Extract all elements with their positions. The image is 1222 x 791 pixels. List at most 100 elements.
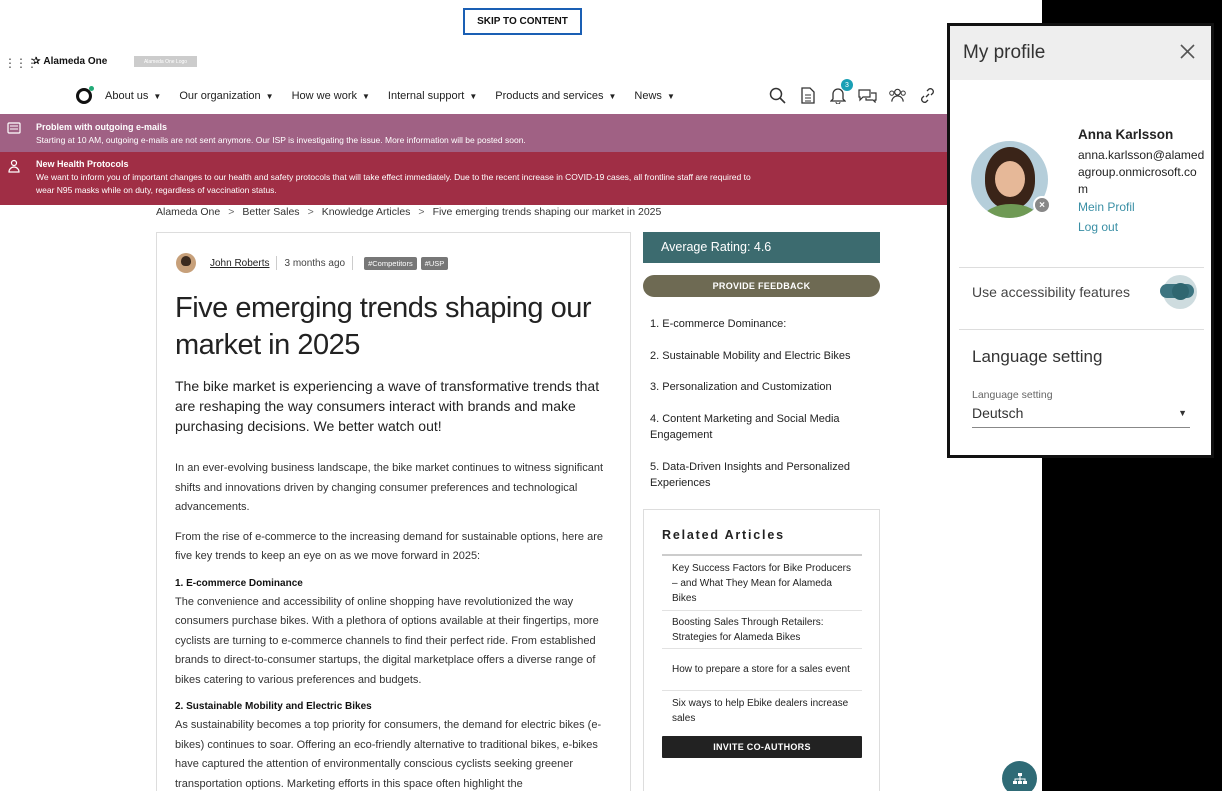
nav-item-products-and-services[interactable]: Products and services ▼	[495, 90, 616, 102]
dropdown-caret-icon: ▼	[1178, 408, 1187, 418]
nav-label: Our organization	[179, 90, 261, 102]
chevron-down-icon: ▼	[469, 91, 478, 101]
accessibility-label: Use accessibility features	[972, 284, 1130, 300]
article-card: John Roberts 3 months ago #Competitors #…	[156, 232, 631, 791]
related-list: Key Success Factors for Bike Producers –…	[662, 557, 862, 731]
panel-title: My profile	[963, 42, 1046, 63]
sitemap-button[interactable]	[1002, 761, 1037, 791]
language-value: Deutsch	[972, 405, 1024, 421]
log-out-link[interactable]: Log out	[1078, 220, 1118, 234]
breadcrumb-separator: >	[228, 206, 235, 218]
breadcrumb: Alameda One > Better Sales > Knowledge Art…	[156, 206, 661, 218]
related-item[interactable]: Key Success Factors for Bike Producers –…	[662, 557, 862, 611]
alert-health-protocols: New Health Protocols We want to inform y…	[0, 152, 1042, 205]
related-item[interactable]: Six ways to help Ebike dealers increase …	[662, 691, 862, 731]
logo-placeholder: Alameda One Logo	[134, 56, 197, 67]
article-title: Five emerging trends shaping our market …	[175, 292, 592, 361]
chevron-down-icon: ▼	[362, 91, 370, 101]
header-actions: 3	[768, 79, 937, 105]
related-item[interactable]: How to prepare a store for a sales event	[662, 649, 862, 691]
article-body: In an ever-evolving business landscape, …	[175, 459, 615, 791]
sitemap-icon	[1012, 772, 1027, 784]
main-nav: About us ▼ Our organization ▼ How we work ▼…	[76, 86, 693, 106]
newspaper-icon	[7, 122, 21, 134]
table-of-contents: 1. E-commerce Dominance: 2. Sustainable …	[650, 316, 875, 507]
alert-title: Problem with outgoing e-mails	[36, 122, 168, 132]
chat-icon[interactable]	[858, 86, 877, 105]
invite-co-authors-button[interactable]: INVITE CO-AUTHORS	[662, 736, 862, 758]
nav-label: Products and services	[495, 90, 604, 102]
chevron-down-icon: ▼	[608, 91, 617, 101]
author-avatar[interactable]	[176, 253, 196, 273]
provide-feedback-button[interactable]: PROVIDE FEEDBACK	[643, 275, 880, 297]
nav-item-news[interactable]: News ▼	[634, 90, 674, 102]
document-icon[interactable]	[798, 86, 817, 105]
toggle-knob[interactable]	[1172, 283, 1189, 300]
link-icon[interactable]	[918, 86, 937, 105]
nav-item-internal-support[interactable]: Internal support ▼	[388, 90, 477, 102]
breadcrumb-item[interactable]: Alameda One	[156, 206, 220, 218]
panel-header: My profile	[950, 26, 1211, 80]
chevron-down-icon: ▼	[666, 91, 675, 101]
skip-to-content-button[interactable]: SKIP TO CONTENT	[463, 8, 582, 35]
paragraph: As sustainability becomes a top priority…	[175, 719, 602, 790]
related-articles: Related Articles Key Success Factors for…	[643, 509, 880, 791]
related-item[interactable]: Boosting Sales Through Retailers: Strate…	[662, 611, 862, 649]
section-heading: 1. E-commerce Dominance	[175, 577, 303, 589]
nav-label: News	[634, 90, 662, 102]
related-title: Related Articles	[662, 528, 785, 542]
people-icon[interactable]	[888, 86, 907, 105]
nav-item-our-organization[interactable]: Our organization ▼	[179, 90, 273, 102]
paragraph: From the rise of e-commerce to the incre…	[175, 530, 603, 563]
nav-label: How we work	[291, 90, 357, 102]
article-meta: John Roberts 3 months ago #Competitors #…	[176, 253, 449, 273]
breadcrumb-separator: >	[307, 206, 314, 218]
divider	[662, 554, 862, 556]
paragraph: In an ever-evolving business landscape, …	[175, 462, 604, 513]
author-link[interactable]: John Roberts	[210, 258, 269, 269]
tag-competitors[interactable]: #Competitors	[364, 256, 417, 270]
average-rating: Average Rating: 4.6	[643, 232, 880, 263]
divider	[959, 329, 1204, 330]
article-lead: The bike market is experiencing a wave o…	[175, 378, 600, 434]
sharepoint-page: SKIP TO CONTENT ⋮⋮⋮ ✰ Alameda One Alamed…	[0, 0, 1042, 791]
breadcrumb-current: Five emerging trends shaping our market …	[432, 206, 662, 218]
toc-item[interactable]: 3. Personalization and Customization	[650, 379, 875, 396]
language-select[interactable]: Deutsch ▼	[972, 404, 1190, 428]
toc-item[interactable]: 2. Sustainable Mobility and Electric Bik…	[650, 348, 875, 365]
language-heading: Language setting	[972, 347, 1103, 366]
star-icon: ✰	[32, 56, 41, 67]
close-icon[interactable]	[1179, 43, 1196, 60]
toc-item[interactable]: 5. Data-Driven Insights and Personalized…	[650, 459, 875, 492]
post-time: 3 months ago	[284, 257, 346, 269]
breadcrumb-separator: >	[418, 206, 425, 218]
toc-item[interactable]: 1. E-commerce Dominance:	[650, 316, 875, 333]
chevron-down-icon: ▼	[153, 91, 162, 101]
divider	[352, 256, 354, 270]
toc-item[interactable]: 4. Content Marketing and Social Media En…	[650, 411, 875, 444]
divider	[276, 256, 278, 270]
nav-item-how-we-work[interactable]: How we work ▼	[292, 90, 370, 102]
nav-item-about-us[interactable]: About us ▼	[105, 90, 161, 102]
nav-label: Internal support	[387, 90, 465, 102]
search-icon[interactable]	[768, 86, 787, 105]
breadcrumb-item[interactable]: Knowledge Articles	[322, 206, 411, 218]
alert-text: Starting at 10 AM, outgoing e-mails are …	[36, 135, 526, 145]
alert-email-issue: Problem with outgoing e-mails Starting a…	[0, 114, 1042, 152]
person-badge-icon	[8, 159, 20, 173]
my-profile-link[interactable]: Mein Profil	[1078, 200, 1135, 214]
divider	[959, 267, 1204, 268]
my-profile-panel: My profile × Anna Karlsson anna.karlsson…	[947, 23, 1214, 458]
tag-usp[interactable]: #USP	[420, 256, 449, 270]
alert-text: We want to inform you of important chang…	[36, 172, 751, 195]
language-field-label: Language setting	[972, 389, 1053, 401]
home-logo-icon[interactable]	[76, 86, 94, 104]
profile-email: anna.karlsson@alamedagroup.onmicrosoft.c…	[1078, 148, 1205, 196]
bell-icon[interactable]: 3	[828, 79, 853, 105]
section-heading: 2. Sustainable Mobility and Electric Bik…	[175, 701, 372, 712]
breadcrumb-item[interactable]: Better Sales	[242, 206, 299, 218]
brand[interactable]: ✰ Alameda One	[32, 56, 107, 67]
alert-title: New Health Protocols	[36, 159, 129, 169]
paragraph: The convenience and accessibility of onl…	[175, 595, 599, 686]
brand-name: Alameda One	[43, 56, 108, 67]
